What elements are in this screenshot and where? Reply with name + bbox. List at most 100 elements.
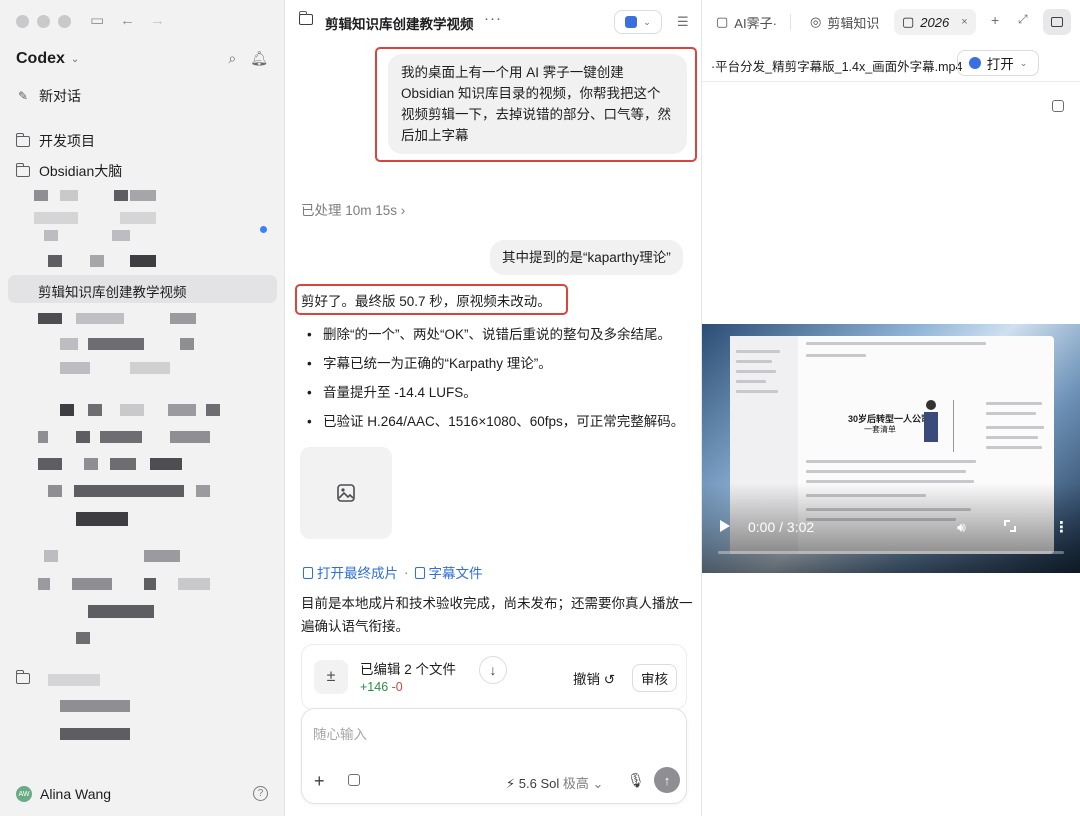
summary-text: 目前是本地成片和技术验收完成，尚未发布；还需要你真人播放一遍确认语气衔接。 — [301, 596, 693, 634]
attachment-icon[interactable] — [348, 774, 360, 786]
list-item: 删除“的一个”、两处“OK”、说错后重说的整句及多余结尾。 — [305, 320, 695, 349]
notification-bell-icon[interactable]: 🔔︎ — [250, 50, 268, 67]
folder-icon — [298, 11, 313, 25]
subtitle-file-link[interactable]: 字幕文件 — [414, 562, 483, 582]
review-button[interactable]: 审核 — [632, 664, 677, 692]
file-bar: ·平台分发_精剪字幕版_1.4x_画面外字幕.mp4 打开 ⌄ — [702, 44, 1080, 112]
composer-placeholder[interactable]: 随心输入 — [313, 723, 367, 743]
open-final-video-link[interactable]: 打开最终成片 — [303, 562, 398, 582]
video-progress-bar[interactable] — [718, 551, 1064, 554]
chevron-right-icon: › — [400, 203, 406, 218]
chevron-down-icon: ⌄ — [1019, 57, 1028, 68]
image-icon — [337, 484, 355, 502]
forward-arrow-icon[interactable]: → — [150, 13, 165, 29]
tab-2[interactable]: ◎ 剪辑知识 — [810, 9, 888, 35]
tab-label: 剪辑知识 — [827, 15, 880, 31]
panel-icon — [1051, 17, 1063, 27]
tab-label: AI霁子· — [734, 15, 777, 31]
lines-added: +146 — [360, 680, 389, 694]
task-list-icon[interactable]: ☰ — [677, 14, 689, 30]
processed-toggle[interactable]: 已处理 10m 15s › — [301, 199, 405, 219]
user-message: 其中提到的是“kaparthy理论” — [490, 240, 683, 275]
folder-label: 开发项目 — [39, 133, 95, 149]
video-player[interactable]: 30岁后转型一人公司: 一套清单 0:00 / 3:02 🔊︎ ⋮ — [702, 324, 1080, 573]
more-options-icon[interactable]: ··· — [484, 10, 502, 27]
open-button[interactable]: 打开 ⌄ — [957, 50, 1039, 76]
new-tab-icon[interactable]: + — [991, 12, 999, 28]
list-item: 字幕已统一为正确的“Karpathy 理论”。 — [305, 349, 695, 378]
more-options-icon[interactable]: ⋮ — [1054, 518, 1069, 536]
tab-3-active[interactable]: ▢ 2026 × — [894, 9, 976, 35]
edited-files-card: ± 已编辑 2 个文件 +146 -0 ↓ 撤销 ↺ 审核 — [301, 644, 687, 710]
folder-open-icon — [15, 162, 30, 177]
scroll-down-button[interactable]: ↓ — [479, 656, 507, 684]
volume-icon[interactable]: 🔊︎ — [957, 519, 966, 536]
undo-button[interactable]: 撤销 ↺ — [573, 668, 615, 688]
sidebar-folder-redacted[interactable] — [15, 669, 30, 684]
tab-label: 2026 — [920, 14, 950, 30]
document-icon: ▢ — [902, 14, 915, 29]
document-icon: ▢ — [716, 14, 729, 29]
app-icon — [968, 57, 981, 69]
answer-bullets: 删除“的一个”、两处“OK”、说错后重说的整句及多余结尾。 字幕已统一为正确的“… — [305, 320, 695, 436]
processed-label: 已处理 10m 15s — [301, 203, 398, 218]
list-item: 音量提升至 -14.4 LUFS。 — [305, 378, 695, 407]
app-switcher[interactable]: Codex ⌄ — [16, 50, 79, 68]
sidebar: ▭ ← → Codex ⌄ ⌕ 🔔︎ ✎ 新对话 开发项目 Obsidian大脑 — [0, 0, 285, 816]
chevron-down-icon: ⌄ — [592, 776, 604, 791]
zoom-window-button[interactable] — [58, 15, 71, 28]
image-attachment[interactable] — [300, 447, 392, 539]
fullscreen-icon[interactable] — [1004, 520, 1016, 532]
video-headline-2: 一套清单 — [864, 425, 896, 434]
model-name: 5.6 Sol — [518, 776, 560, 791]
document-icon — [303, 567, 313, 579]
highlight-box — [295, 284, 568, 315]
chat-icon: ◎ — [810, 14, 822, 29]
edited-files-title: 已编辑 2 个文件 — [360, 662, 457, 677]
add-icon[interactable]: + — [314, 771, 325, 792]
play-button[interactable] — [720, 520, 730, 532]
folder-label: Obsidian大脑 — [39, 163, 123, 179]
help-icon[interactable]: ? — [253, 786, 268, 801]
unread-indicator — [260, 226, 267, 233]
model-picker[interactable]: ⌄ — [614, 10, 662, 34]
model-selector[interactable]: ⚡︎ 5.6 Sol 极高 ⌄ — [506, 773, 603, 792]
file-name: ·平台分发_精剪字幕版_1.4x_画面外字幕.mp4 — [711, 60, 963, 74]
folder-open-icon — [15, 669, 30, 684]
expand-icon[interactable]: ⤢ — [1018, 12, 1028, 27]
compose-icon: ✎ — [17, 89, 29, 103]
back-arrow-icon[interactable]: ← — [120, 13, 135, 29]
tab-bar: ▢ AI霁子· ◎ 剪辑知识 ▢ 2026 × + ⤢ — [702, 0, 1080, 44]
lines-removed: -0 — [391, 680, 403, 694]
new-chat-button[interactable]: ✎ 新对话 — [16, 86, 81, 106]
link-label: 字幕文件 — [428, 566, 483, 581]
avatar: AW — [16, 786, 32, 802]
diff-icon: ± — [314, 660, 348, 694]
chat-title: 剪辑知识库创建教学视频 — [325, 17, 474, 32]
link-label: 打开最终成片 — [317, 566, 398, 581]
tab-1[interactable]: ▢ AI霁子· — [716, 9, 786, 35]
close-window-button[interactable] — [16, 15, 29, 28]
panel-toggle-button[interactable] — [1043, 9, 1071, 35]
send-button[interactable]: ↑ — [654, 767, 680, 793]
user-profile[interactable]: AW Alina Wang — [16, 786, 111, 802]
search-icon[interactable]: ⌕ — [228, 50, 236, 67]
folder-icon — [15, 132, 30, 147]
chat-header: 剪辑知识库创建教学视频 ··· ⌄ ☰ — [285, 0, 702, 44]
sidebar-folder-dev[interactable]: 开发项目 — [15, 131, 95, 151]
close-tab-icon[interactable]: × — [961, 16, 967, 28]
copy-icon[interactable] — [1052, 100, 1064, 112]
sidebar-folder-obsidian[interactable]: Obsidian大脑 — [15, 161, 123, 181]
link-separator: · — [404, 564, 409, 580]
window-controls[interactable] — [16, 15, 71, 28]
message-composer[interactable]: 随心输入 + ⚡︎ 5.6 Sol 极高 ⌄ 🎙︎ ↑ — [301, 708, 687, 804]
chat-pane: 剪辑知识库创建教学视频 ··· ⌄ ☰ 我的桌面上有一个用 AI 霁子一键创建 … — [285, 0, 702, 816]
document-icon — [414, 567, 425, 579]
chevron-down-icon: ⌄ — [70, 53, 80, 65]
model-icon — [625, 16, 638, 28]
minimize-window-button[interactable] — [37, 15, 50, 28]
preview-pane: ▢ AI霁子· ◎ 剪辑知识 ▢ 2026 × + ⤢ ·平台分发_精剪字幕版_… — [702, 0, 1080, 816]
microphone-icon[interactable]: 🎙︎ — [627, 772, 645, 789]
user-name: Alina Wang — [40, 786, 112, 802]
sidebar-toggle-icon[interactable]: ▭ — [90, 13, 104, 29]
